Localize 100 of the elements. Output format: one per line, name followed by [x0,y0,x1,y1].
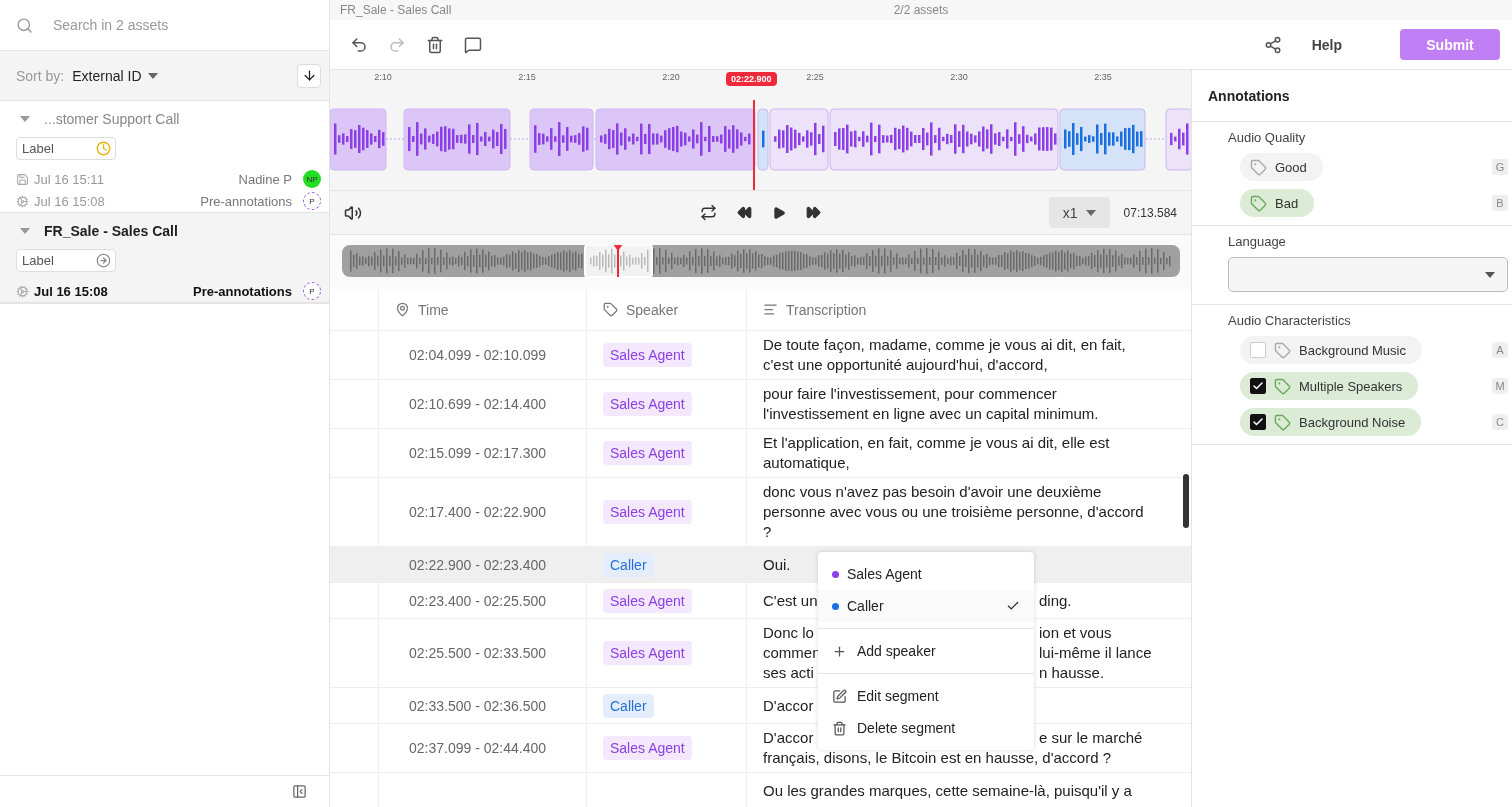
tick-label: 2:30 [950,72,968,82]
tag-icon [1250,158,1267,176]
asset-title: FR_Sale - Sales Call [44,223,178,239]
transcription-text: n hausse. [1039,663,1105,683]
caret-icon [1085,209,1096,216]
speaker-tag[interactable]: Sales Agent [603,441,692,465]
segment-row[interactable]: 02:10.699 - 02:14.400 Sales Agent pour faire l'investissement, pour commencer l'investissement en ligne avec un capital minimum. [330,380,1191,429]
menu-item[interactable]: Delete segment [818,712,1034,744]
scrollbar[interactable] [1183,474,1189,528]
speaker-tag[interactable]: Sales Agent [603,392,692,416]
shortcut-key: A [1492,342,1508,358]
speaker-tag[interactable]: Sales Agent [603,736,692,760]
fast-forward-button[interactable] [806,205,821,220]
speaker-tag[interactable]: Caller [603,552,654,577]
time-text: 02:15.099 - 02:17.300 [409,445,546,461]
transcription-text: D'accor [763,696,814,714]
speaker-option[interactable]: Caller [818,590,1034,622]
checkbox[interactable] [1250,378,1266,394]
lines-icon [763,302,778,317]
category-chip[interactable]: Background Noise [1240,408,1422,436]
check-icon [1252,380,1264,392]
sort-direction-button[interactable] [297,63,321,88]
avatar: NP [303,170,321,188]
avatar: P [303,192,321,210]
save-icon [16,172,29,186]
transcription-text: D'accor [763,729,814,746]
volume-button[interactable] [344,203,362,222]
loop-button[interactable] [700,204,717,221]
collapse-sidebar-button[interactable] [292,784,307,799]
transcription-text: Ou les grandes marques, cette semaine-là, puisqu'il y a [763,780,1132,801]
transcription-text: ses acti [763,664,814,681]
caret-icon [1485,271,1495,278]
search-field[interactable]: Search in 2 assets [51,16,313,34]
clock-icon [96,141,111,156]
tag-icon [1250,194,1267,212]
speaker-tag[interactable]: Sales Agent [603,500,692,524]
playhead-time: 02:22.900 [726,72,777,86]
check-icon [1006,599,1020,613]
time-text: 02:22.900 - 02:23.400 [409,556,546,573]
caret-icon[interactable] [20,228,30,234]
asset-title: FR_Sale - Sales Call [340,3,453,17]
segment-row[interactable]: 02:15.099 - 02:17.300 Sales Agent Et l'application, en fait, comme je vous ai dit, elle est automatique, [330,429,1191,478]
asset-title: ...stomer Support Call [44,111,180,127]
transcription-text: lui-même il lance [1039,643,1152,663]
transcription-text: ding. [1039,590,1072,611]
transcription-text: pour faire l'investissement, pour commencer l'investissement en ligne avec un capital minimum. [763,384,1100,424]
column-header: Speaker [586,289,746,330]
sort-dropdown[interactable]: External ID [72,67,158,84]
caret-icon[interactable] [20,116,30,122]
pin-icon [395,302,410,317]
share-button[interactable] [1263,35,1282,54]
speaker-option[interactable]: Sales Agent [818,558,1034,590]
section-title: Audio Quality [1228,130,1307,145]
speed-dropdown[interactable]: x1 [1048,197,1110,228]
time-text: 02:23.400 - 02:25.500 [409,592,546,609]
transcription-text: e sur le marché [1039,728,1143,748]
speaker-tag[interactable]: Sales Agent [603,641,692,665]
menu-item[interactable]: Add speaker [818,635,1034,667]
transcription-text: De toute façon, madame, comme je vous ai dit, en fait, c'est une opportunité aujourd'hui, d'accord, [763,335,1127,375]
shortcut-key: M [1492,378,1508,394]
duration-text: 07:13.584 [1123,205,1177,220]
history-date: Jul 16 15:08 [34,193,105,209]
delete-button[interactable] [426,35,444,54]
help-button[interactable]: Help [1301,30,1352,59]
play-button[interactable] [772,205,786,220]
checkbox[interactable] [1250,414,1266,430]
category-chip[interactable]: Background Music [1240,336,1422,364]
shortcut-key: B [1492,195,1508,211]
avatar: P [303,282,321,300]
overview-waveform-drawing[interactable] [342,245,1180,279]
transcription-text: donc vous n'avez pas besoin d'avoir une deuxième personne avec vous ou une troisième personne, d'accord ? [763,482,1145,542]
time-text: 02:17.400 - 02:22.900 [409,504,546,520]
gear-icon [16,284,29,298]
caret-icon [147,72,158,79]
asset-item[interactable]: FR_Sale - Sales Call Label Jul 16 15:08 Pre-annotations P [0,213,329,303]
rewind-button[interactable] [737,205,752,220]
shortcut-key: G [1492,159,1508,175]
transcription-text: Oui. [763,554,791,575]
arrow-circle-icon [96,253,111,268]
speaker-tag[interactable]: Sales Agent [603,588,692,613]
speaker-tag[interactable]: Caller [603,693,654,718]
tick-label: 2:15 [518,72,536,82]
comment-button[interactable] [464,35,482,54]
segment-row[interactable]: 02:17.400 - 02:22.900 Sales Agent donc vous n'avez pas besoin d'avoir une deuxième personne avec vous ou une troisième personne, d'accord ? [330,478,1191,547]
history-author: Nadine P [238,171,292,187]
category-chip[interactable]: Bad [1240,189,1315,217]
transcription-text: C'est un [763,591,818,609]
label-field[interactable]: Label [16,137,116,160]
time-text: 02:10.699 - 02:14.400 [409,396,546,412]
label-field[interactable]: Label [16,249,116,272]
transcription-text: ion et vous [1039,623,1112,643]
category-chip[interactable]: Good [1240,153,1323,181]
segment-row[interactable]: 02:04.099 - 02:10.099 Sales Agent De toute façon, madame, comme je vous ai dit, en fait, c'est une opportunité aujourd'hui, d'accord, [330,331,1191,380]
tick-label: 2:20 [662,72,680,82]
tick-label: 2:35 [1094,72,1112,82]
speaker-tag[interactable]: Sales Agent [603,343,692,367]
menu-item[interactable]: Edit segment [818,680,1034,712]
category-chip[interactable]: Multiple Speakers [1240,372,1419,400]
history-date: Jul 16 15:11 [34,171,104,187]
undo-button[interactable] [350,35,368,54]
